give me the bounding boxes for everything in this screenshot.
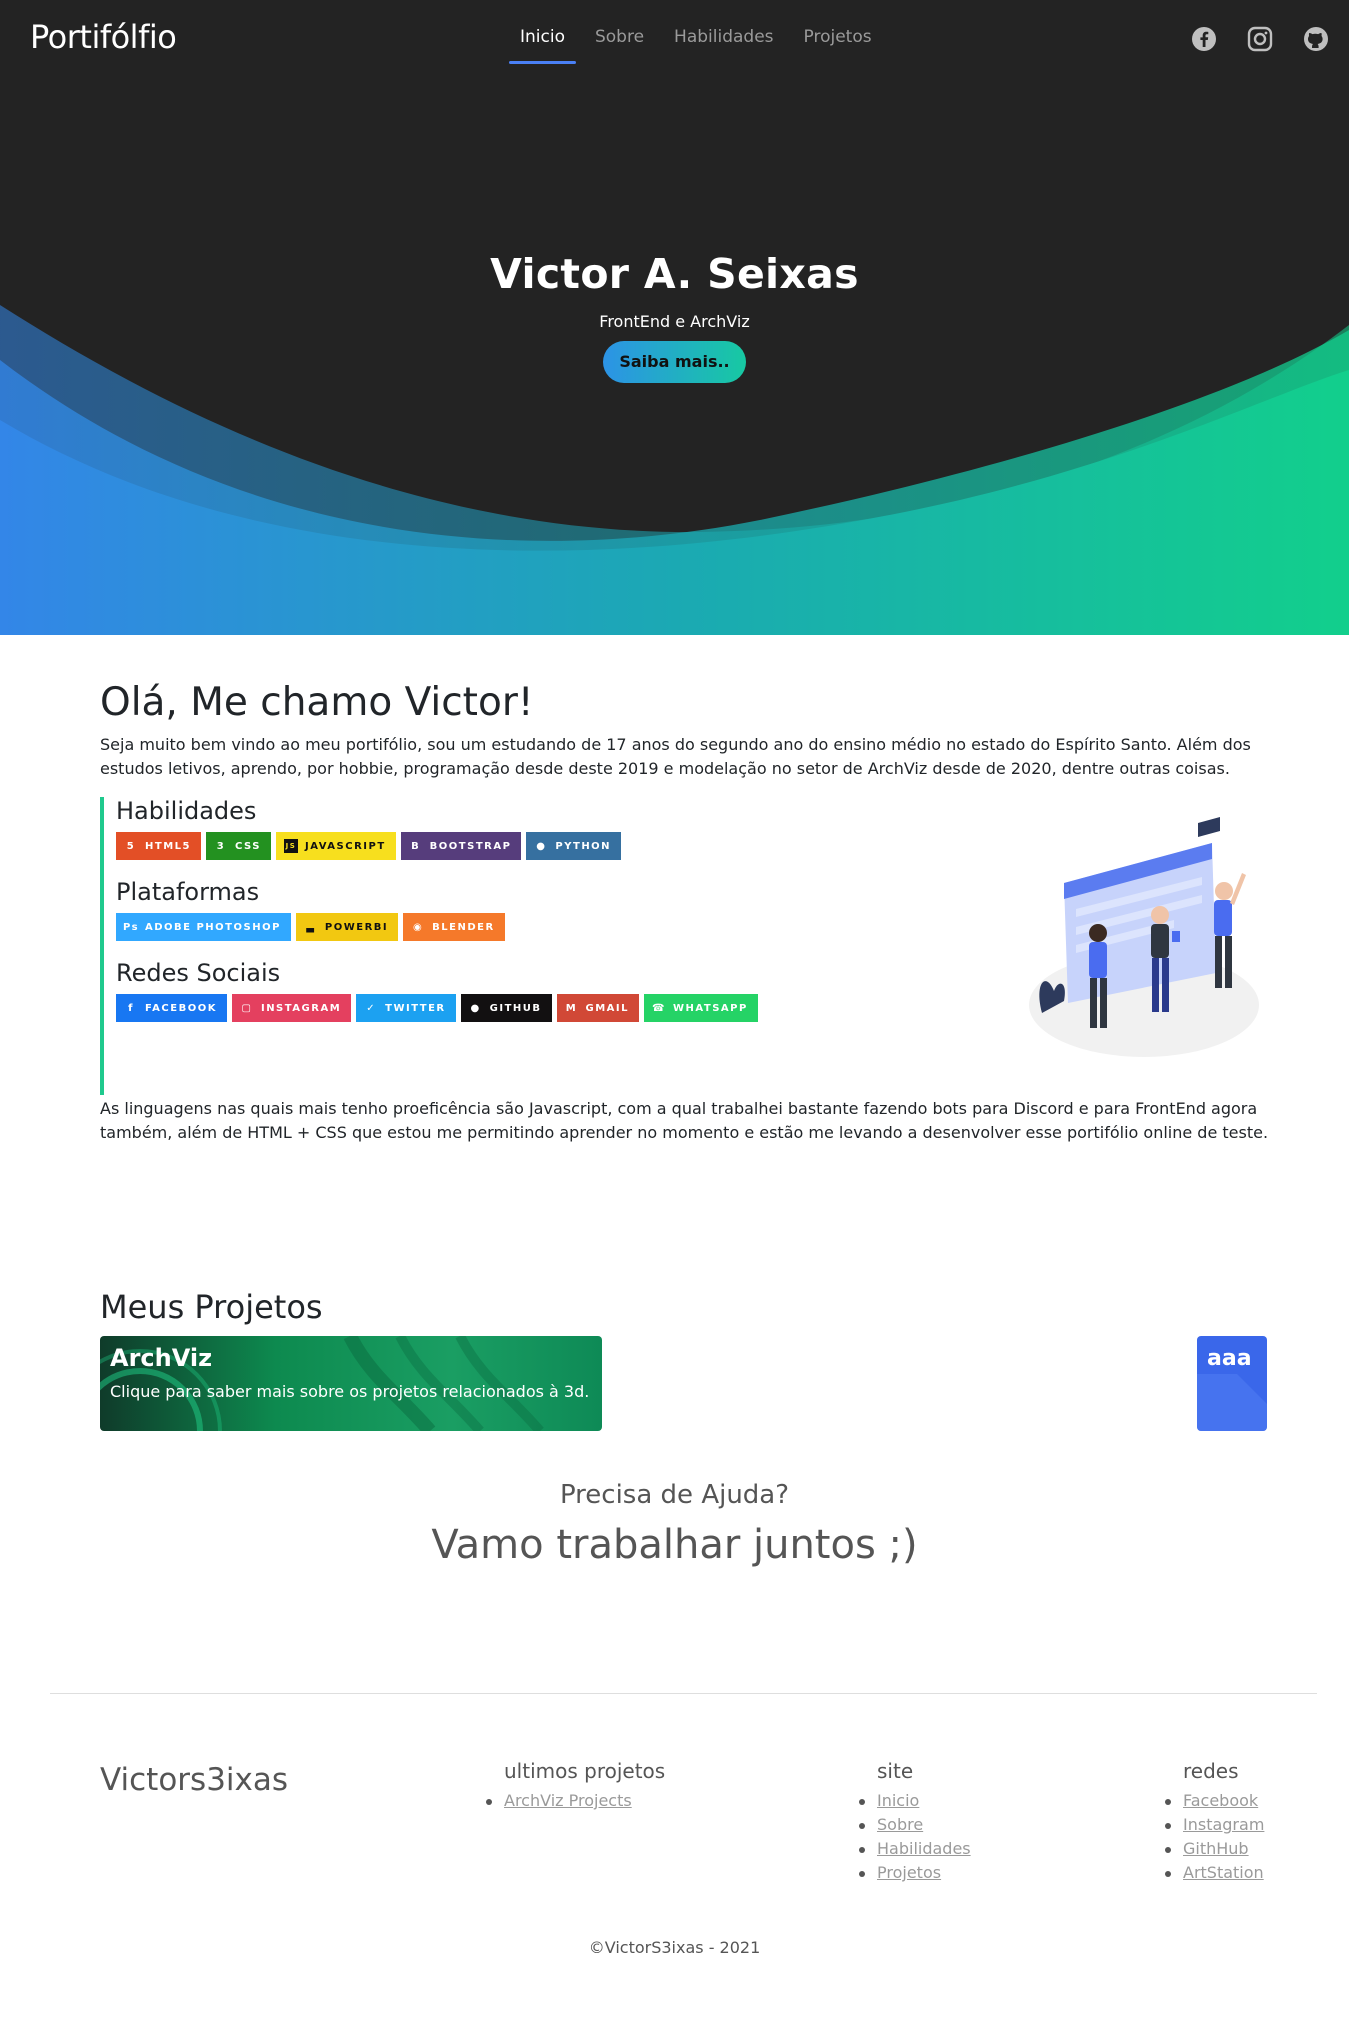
badge-label: HTML5 <box>145 840 191 852</box>
badge-label: PYTHON <box>555 840 612 852</box>
badge-label: FACEBOOK <box>145 1002 217 1014</box>
badge-blender: ◉ BLENDER <box>403 913 505 941</box>
skills-box: Habilidades 5 HTML5 3 CSS JS JAVASCRIPT B BOOTS… <box>100 797 1270 1095</box>
facebook-icon: f <box>128 1002 134 1014</box>
project-card-aaa[interactable]: aaa <box>1197 1336 1267 1431</box>
nav-link-sobre[interactable]: Sobre <box>580 27 659 63</box>
github-icon: ● <box>470 1002 481 1014</box>
footer-col-projects: ultimos projetos ArchViz Projects <box>485 1759 666 1813</box>
help-question: Precisa de Ajuda? <box>559 1480 790 1510</box>
badge-instagram: ▢ INSTAGRAM <box>231 994 352 1022</box>
badge-gmail: M GMAIL <box>556 994 640 1022</box>
badge-label: WHATSAPP <box>673 1002 748 1014</box>
footer-col-site: site Inicio Sobre Habilidades Projetos <box>859 1759 971 1885</box>
footer-link-github[interactable]: GithHub <box>1164 1837 1264 1861</box>
twitter-icon: ✓ <box>366 1002 377 1014</box>
hero-subtitle: FrontEnd e ArchViz <box>599 312 750 331</box>
learn-more-button[interactable]: Saiba mais.. <box>603 341 746 383</box>
bootstrap-icon: B <box>411 840 421 852</box>
javascript-icon: JS <box>283 839 298 853</box>
project-card-archviz[interactable]: ArchViz Clique para saber mais sobre os … <box>100 1336 602 1431</box>
about-heading: Olá, Me chamo Victor! <box>100 680 534 725</box>
badge-label: CSS <box>234 840 261 852</box>
footer-link-inicio[interactable]: Inicio <box>859 1789 971 1813</box>
gmail-icon: M <box>565 1002 578 1014</box>
badge-facebook: f FACEBOOK <box>116 994 227 1022</box>
python-icon: ● <box>536 840 547 852</box>
hero-content: Victor A. Seixas FrontEnd e ArchViz Saib… <box>0 250 1349 383</box>
badge-css: 3 CSS <box>205 832 271 860</box>
badge-label: GMAIL <box>585 1002 630 1014</box>
badge-python: ● PYTHON <box>526 832 622 860</box>
about-section: Olá, Me chamo Victor! Seja muito bem vin… <box>100 680 1270 1145</box>
footer-col-title: redes <box>1183 1759 1239 1783</box>
html5-icon: 5 <box>126 840 136 852</box>
top-navbar: Portifólfio Inicio Sobre Habilidades Pro… <box>0 0 1349 76</box>
badge-label: BLENDER <box>432 921 495 933</box>
badge-github: ● GITHUB <box>460 994 552 1022</box>
team-illustration <box>1024 803 1274 1067</box>
nav-links: Inicio Sobre Habilidades Projetos <box>505 27 887 64</box>
photoshop-icon: Ps <box>122 921 140 933</box>
badge-bootstrap: B BOOTSTRAP <box>400 832 522 860</box>
footer-col-title: ultimos projetos <box>504 1759 666 1783</box>
card-title: ArchViz <box>110 1344 213 1372</box>
nav-link-inicio[interactable]: Inicio <box>505 27 580 64</box>
about-outro: As linguagens nas quais mais tenho proef… <box>100 1099 1269 1142</box>
blender-icon: ◉ <box>413 921 424 933</box>
copyright: ©VictorS3ixas - 2021 <box>588 1938 761 1957</box>
footer-col-title: site <box>877 1759 914 1783</box>
facebook-icon[interactable] <box>1189 24 1219 54</box>
footer-link-habilidades[interactable]: Habilidades <box>859 1837 971 1861</box>
card-text: Clique para saber mais sobre os projetos… <box>110 1382 590 1401</box>
badge-label: POWERBI <box>324 921 389 933</box>
footer-link-facebook[interactable]: Facebook <box>1164 1789 1264 1813</box>
css3-icon: 3 <box>216 840 226 852</box>
projects-title: Meus Projetos <box>100 1288 323 1326</box>
nav-link-habilidades[interactable]: Habilidades <box>659 27 788 63</box>
footer-col-social: redes Facebook Instagram GithHub ArtStat… <box>1164 1759 1264 1885</box>
badge-javascript: JS JAVASCRIPT <box>275 832 396 860</box>
instagram-icon[interactable] <box>1245 24 1275 54</box>
help-cta: Vamo trabalhar juntos ;) <box>431 1522 918 1568</box>
powerbi-icon: ▃ <box>306 921 316 933</box>
badge-label: INSTAGRAM <box>260 1002 342 1014</box>
whatsapp-icon: ☎ <box>652 1002 666 1014</box>
nav-link-projetos[interactable]: Projetos <box>789 27 887 63</box>
badge-label: TWITTER <box>385 1002 446 1014</box>
badge-label: JAVASCRIPT <box>304 840 386 852</box>
hero-name: Victor A. Seixas <box>490 250 859 298</box>
footer-link-artstation[interactable]: ArtStation <box>1164 1861 1264 1885</box>
footer-link-instagram[interactable]: Instagram <box>1164 1813 1264 1837</box>
brand-logo[interactable]: Portifólfio <box>30 18 177 56</box>
footer-link-archviz-projects[interactable]: ArchViz Projects <box>485 1789 665 1813</box>
badge-label: GITHUB <box>489 1002 542 1014</box>
badge-label: ADOBE PHOTOSHOP <box>145 921 281 933</box>
top-social-links <box>1189 24 1331 54</box>
hero-section: Portifólfio Inicio Sobre Habilidades Pro… <box>0 0 1349 635</box>
badge-adobe-photoshop: Ps ADOBE PHOTOSHOP <box>116 913 291 941</box>
footer-link-projetos[interactable]: Projetos <box>859 1861 971 1885</box>
footer-brand: Victors3ixas <box>100 1762 289 1798</box>
badge-powerbi: ▃ POWERBI <box>295 913 399 941</box>
instagram-icon: ▢ <box>241 1002 253 1014</box>
footer-divider <box>50 1693 1317 1694</box>
badge-twitter: ✓ TWITTER <box>356 994 456 1022</box>
badge-html5: 5 HTML5 <box>116 832 201 860</box>
help-section: Precisa de Ajuda? Vamo trabalhar juntos … <box>0 1480 1349 1568</box>
projects-section: Meus Projetos ArchViz Clique para saber … <box>100 1288 1267 1431</box>
github-icon[interactable] <box>1301 24 1331 54</box>
footer-link-sobre[interactable]: Sobre <box>859 1813 971 1837</box>
card-title: aaa <box>1207 1346 1252 1371</box>
badge-label: BOOTSTRAP <box>429 840 512 852</box>
badge-whatsapp: ☎ WHATSAPP <box>644 994 758 1022</box>
about-intro: Seja muito bem vindo ao meu portifólio, … <box>100 735 1251 778</box>
